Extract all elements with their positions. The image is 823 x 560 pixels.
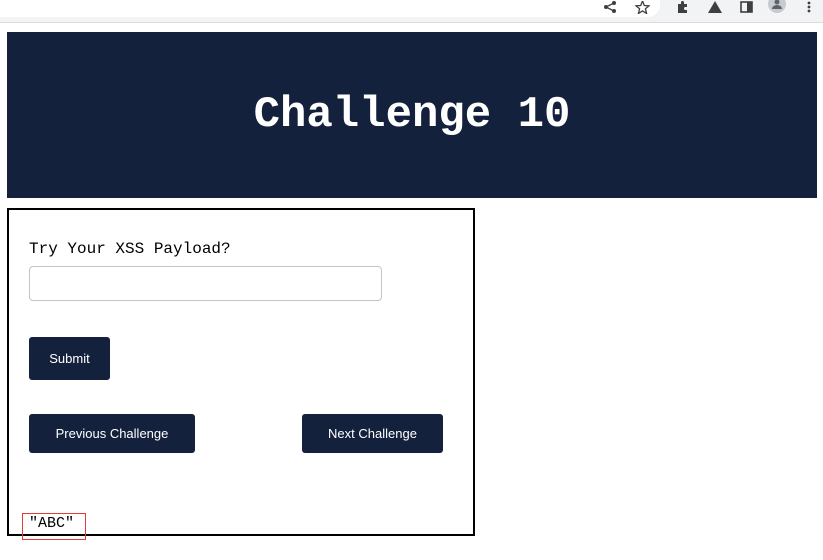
reflected-output: "ABC" <box>29 515 75 532</box>
share-icon[interactable] <box>603 0 617 14</box>
payload-input[interactable] <box>29 266 382 301</box>
address-bar[interactable] <box>0 0 660 17</box>
payload-label: Try Your XSS Payload? <box>29 240 231 258</box>
profile-shortcut-icon[interactable] <box>708 0 722 14</box>
kebab-menu-icon[interactable] <box>807 0 811 14</box>
side-panel-icon[interactable] <box>740 0 753 14</box>
star-icon[interactable] <box>635 0 650 14</box>
header-banner: Challenge 10 <box>7 32 817 198</box>
previous-challenge-button[interactable]: Previous Challenge <box>29 414 195 453</box>
avatar[interactable] <box>768 0 786 14</box>
submit-button[interactable]: Submit <box>29 337 110 380</box>
page-title: Challenge 10 <box>253 90 571 140</box>
extensions-icon[interactable] <box>676 0 690 14</box>
next-challenge-button[interactable]: Next Challenge <box>302 414 443 453</box>
browser-toolbar <box>0 0 823 23</box>
challenge-form: Try Your XSS Payload? Submit Previous Ch… <box>7 208 475 536</box>
